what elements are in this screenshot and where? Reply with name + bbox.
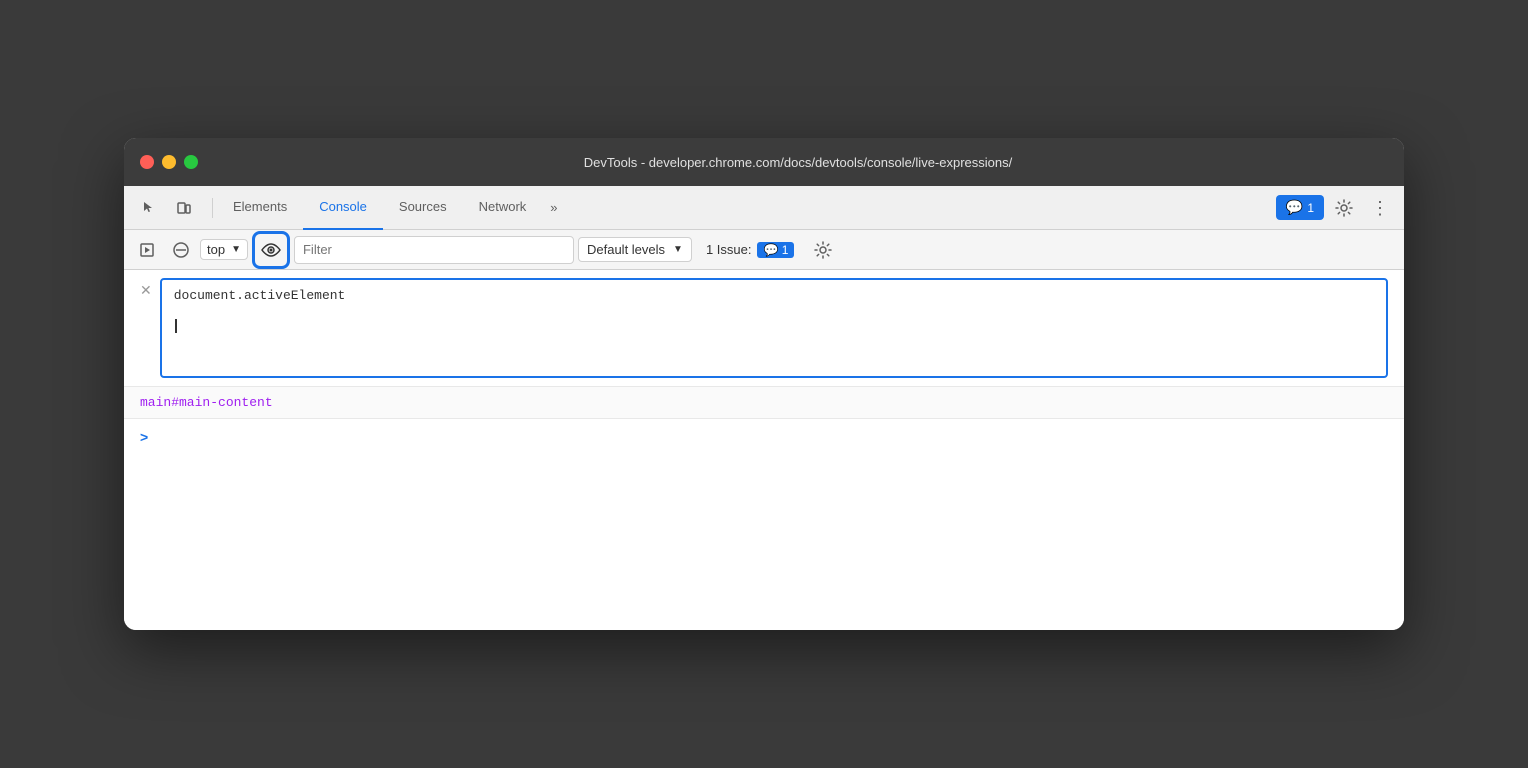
title-bar: DevTools - developer.chrome.com/docs/dev… bbox=[124, 138, 1404, 186]
inspect-element-button[interactable] bbox=[132, 192, 164, 224]
live-expression-wrapper bbox=[252, 231, 290, 269]
close-expression-button[interactable]: ✕ bbox=[140, 282, 152, 299]
issues-badge[interactable]: 💬 1 bbox=[1276, 195, 1324, 220]
live-expression-button[interactable] bbox=[252, 231, 290, 269]
window-title: DevTools - developer.chrome.com/docs/dev… bbox=[208, 155, 1388, 170]
expression-cursor-line bbox=[174, 319, 1374, 333]
tab-bar: Elements Console Sources Network » 💬 1 bbox=[124, 186, 1404, 230]
issue-count-display: 1 Issue: 💬 1 bbox=[696, 238, 805, 262]
toolbar-icons bbox=[132, 192, 200, 224]
run-snippet-button[interactable] bbox=[132, 235, 162, 265]
issue-chat-icon: 💬 bbox=[1286, 199, 1303, 216]
minimize-traffic-light[interactable] bbox=[162, 155, 176, 169]
close-traffic-light[interactable] bbox=[140, 155, 154, 169]
settings-button[interactable] bbox=[1328, 192, 1360, 224]
console-input[interactable] bbox=[154, 430, 1388, 445]
console-main: ✕ document.activeElement main#main-conte… bbox=[124, 270, 1404, 630]
context-selector[interactable]: top ▼ bbox=[200, 239, 248, 260]
more-options-button[interactable]: ⋮ bbox=[1364, 192, 1396, 224]
text-cursor bbox=[175, 319, 177, 333]
console-prompt-row: > bbox=[124, 419, 1404, 455]
clear-console-button[interactable] bbox=[166, 235, 196, 265]
expression-editor[interactable]: document.activeElement bbox=[160, 278, 1388, 378]
traffic-lights bbox=[140, 155, 198, 169]
devtools-panel: Elements Console Sources Network » 💬 1 bbox=[124, 186, 1404, 630]
console-settings-button[interactable] bbox=[808, 235, 838, 265]
context-dropdown-arrow: ▼ bbox=[231, 244, 241, 255]
expression-code: document.activeElement bbox=[174, 288, 1374, 303]
tab-divider bbox=[212, 198, 213, 218]
tab-network[interactable]: Network bbox=[463, 186, 543, 230]
log-levels-button[interactable]: Default levels ▼ bbox=[578, 237, 692, 262]
expression-result-row: main#main-content bbox=[124, 387, 1404, 419]
filter-input[interactable] bbox=[294, 236, 574, 264]
devtools-window: DevTools - developer.chrome.com/docs/dev… bbox=[124, 138, 1404, 630]
context-label: top bbox=[207, 242, 225, 257]
tab-more[interactable]: » bbox=[542, 186, 565, 230]
tab-right-icons: 💬 1 ⋮ bbox=[1276, 192, 1396, 224]
prompt-arrow: > bbox=[140, 429, 148, 445]
tab-elements[interactable]: Elements bbox=[217, 186, 303, 230]
maximize-traffic-light[interactable] bbox=[184, 155, 198, 169]
tab-console[interactable]: Console bbox=[303, 186, 383, 230]
issue-count-icon: 💬 1 bbox=[757, 242, 794, 258]
live-expression-row: ✕ document.activeElement bbox=[124, 270, 1404, 387]
expression-result: main#main-content bbox=[140, 395, 273, 410]
device-toolbar-button[interactable] bbox=[168, 192, 200, 224]
console-toolbar: top ▼ Default levels ▼ 1 Issu bbox=[124, 230, 1404, 270]
tab-sources[interactable]: Sources bbox=[383, 186, 463, 230]
